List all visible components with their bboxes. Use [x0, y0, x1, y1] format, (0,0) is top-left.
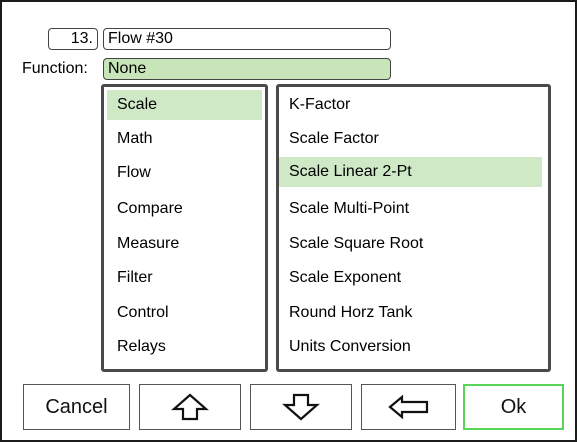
- category-item-compare[interactable]: Compare: [107, 194, 262, 224]
- category-item-flow[interactable]: Flow: [107, 158, 262, 188]
- dialog-frame: 13. Flow #30 Function: None Scale Math F…: [0, 0, 577, 442]
- arrow-down-icon: [282, 393, 320, 421]
- move-down-button[interactable]: [250, 384, 352, 430]
- function-value-field[interactable]: None: [103, 58, 391, 80]
- block-name-field[interactable]: Flow #30: [103, 28, 391, 50]
- function-item-scale-exponent[interactable]: Scale Exponent: [279, 263, 542, 293]
- category-item-control[interactable]: Control: [107, 298, 262, 328]
- function-item-units-conversion[interactable]: Units Conversion: [279, 332, 542, 362]
- function-item-k-factor[interactable]: K-Factor: [279, 90, 542, 120]
- ok-button-label: Ok: [500, 395, 527, 418]
- category-item-relays[interactable]: Relays: [107, 332, 262, 362]
- function-item-scale-square-root[interactable]: Scale Square Root: [279, 229, 542, 259]
- ok-button[interactable]: Ok: [463, 384, 564, 430]
- category-item-measure[interactable]: Measure: [107, 229, 262, 259]
- function-item-scale-linear-2pt[interactable]: Scale Linear 2-Pt: [279, 157, 542, 187]
- move-up-button[interactable]: [139, 384, 241, 430]
- function-item-scale-multi-point[interactable]: Scale Multi-Point: [279, 194, 542, 224]
- function-label: Function:: [22, 60, 88, 77]
- category-item-filter[interactable]: Filter: [107, 263, 262, 293]
- function-list: K-Factor Scale Factor Scale Linear 2-Pt …: [276, 84, 551, 372]
- arrow-up-icon: [171, 393, 209, 421]
- function-item-round-horz-tank[interactable]: Round Horz Tank: [279, 298, 542, 328]
- arrow-left-icon: [387, 394, 428, 420]
- category-item-scale[interactable]: Scale: [107, 90, 262, 120]
- category-item-math[interactable]: Math: [107, 124, 262, 154]
- back-button[interactable]: [361, 384, 456, 430]
- category-list: Scale Math Flow Compare Measure Filter C…: [101, 84, 268, 372]
- block-number-field[interactable]: 13.: [48, 28, 98, 50]
- function-item-scale-factor[interactable]: Scale Factor: [279, 124, 542, 154]
- cancel-button[interactable]: Cancel: [23, 384, 130, 430]
- cancel-button-label: Cancel: [45, 395, 108, 418]
